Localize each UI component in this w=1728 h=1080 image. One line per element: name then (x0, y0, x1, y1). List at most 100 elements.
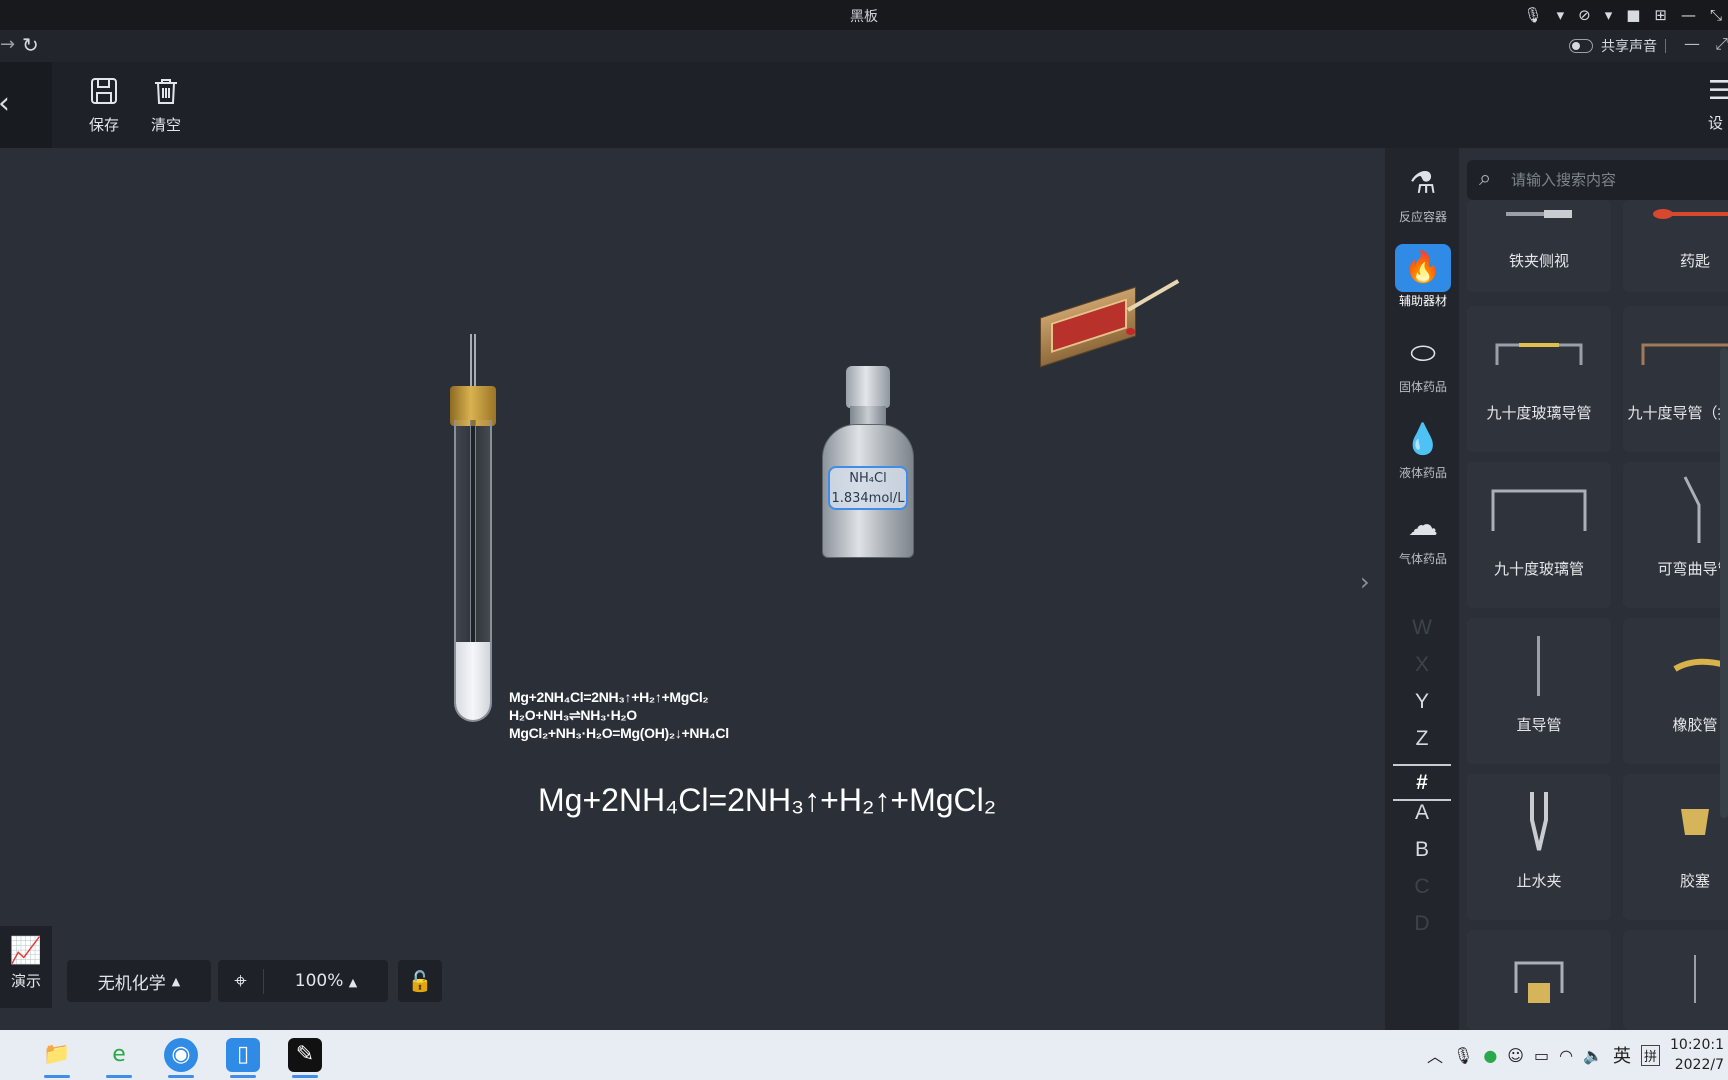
test-tube-glass (454, 420, 492, 722)
search-box: ⌕ (1467, 160, 1728, 200)
forward-icon[interactable]: → (0, 34, 15, 55)
save-button[interactable]: 保存 (80, 76, 128, 135)
grid-icon[interactable]: ⊞ (1654, 6, 1667, 24)
equipment-item[interactable]: 可弯曲导管 (1623, 462, 1728, 608)
index-letter[interactable]: W (1385, 616, 1459, 653)
browser-icon[interactable]: e (102, 1038, 136, 1078)
category-sidebar: ⚗ 反应容器 🔥 辅助器材 ⬭ 固体药品 💧 液体药品 ☁ 气体药品 W X Y… (1385, 148, 1459, 1030)
bottle-label: NH₄Cl 1.834mol/L (828, 466, 908, 510)
present-button[interactable]: 📈 演示 (0, 926, 52, 1008)
clear-button[interactable]: 清空 (142, 76, 190, 135)
index-letter-active[interactable]: # (1393, 764, 1451, 801)
rubber-stopper-icon (1623, 792, 1728, 852)
zoom-value: 100% (294, 971, 344, 991)
lock-button[interactable]: 🔓 (398, 960, 442, 1002)
tube-rods (468, 334, 478, 390)
zoom-level[interactable]: 100% ▲ (264, 971, 388, 991)
mic-icon[interactable]: 🎙 (1524, 6, 1543, 24)
equipment-item[interactable] (1623, 930, 1728, 1030)
category-liquid-reagents[interactable]: 💧 液体药品 (1395, 416, 1451, 481)
wechat-icon[interactable]: ● (1483, 1046, 1497, 1065)
wifi-icon[interactable]: ◠ (1559, 1046, 1573, 1065)
index-letter[interactable]: Z (1385, 727, 1459, 764)
system-tray: ︿ 🎙 ● ☺ ▭ ◠ 🔈 英 拼 10:20:1 2022/7 (1427, 1030, 1728, 1080)
category-reaction-vessel[interactable]: ⚗ 反应容器 (1395, 160, 1451, 225)
reaction-equations[interactable]: Mg+2NH₄Cl=2NH₃↑+H₂↑+MgCl₂ H₂O+NH₃⇌NH₃·H₂… (509, 688, 729, 742)
burner-icon: 🔥 (1395, 244, 1451, 292)
index-letter[interactable]: B (1385, 838, 1459, 875)
index-letter[interactable]: D (1385, 912, 1459, 949)
nav-bar: → ↻ 共享声音 — ⤢ (0, 30, 1728, 62)
index-letter[interactable]: C (1385, 875, 1459, 912)
equipment-label: 九十度玻璃导管 (1486, 404, 1592, 422)
chevron-up-icon[interactable]: ︿ (1427, 1043, 1443, 1067)
equipment-item[interactable]: 九十度玻璃导管 (1467, 306, 1611, 452)
present-label: 演示 (10, 972, 41, 990)
minimize-icon[interactable]: — (1684, 34, 1700, 53)
equipment-item[interactable]: 九十度导管（拆分） (1623, 306, 1728, 452)
minimize-icon[interactable]: — (1681, 6, 1696, 24)
fullscreen-icon[interactable]: ⤢ (1715, 34, 1728, 54)
category-label: 气体药品 (1398, 552, 1447, 566)
panel-scrollbar[interactable] (1720, 348, 1728, 818)
divider (1665, 39, 1666, 53)
ime-language[interactable]: 英 (1613, 1042, 1631, 1068)
experiment-canvas[interactable]: NH₄Cl 1.834mol/L Mg+2NH₄Cl=2NH₃↑+H₂↑+MgC… (0, 148, 1385, 1030)
equipment-item[interactable]: 止水夹 (1467, 774, 1611, 920)
equipment-item[interactable]: 胶塞 (1623, 774, 1728, 920)
subject-selector[interactable]: 无机化学 ▲ (67, 960, 211, 1002)
equipment-item[interactable]: 橡胶管 (1623, 618, 1728, 764)
index-letter[interactable]: X (1385, 653, 1459, 690)
equipment-item[interactable]: 九十度玻璃管 (1467, 462, 1611, 608)
mic-off-dropdown-icon[interactable]: ▾ (1605, 6, 1613, 24)
mic-off-icon[interactable]: ⊘ (1578, 6, 1591, 24)
index-letter[interactable]: A (1385, 801, 1459, 838)
share-audio-control[interactable]: 共享声音 (1569, 36, 1666, 56)
settings-button[interactable]: ☰ 设 (1708, 76, 1728, 133)
category-solid-reagents[interactable]: ⬭ 固体药品 (1395, 330, 1451, 395)
qq-icon[interactable]: ☺ (1507, 1046, 1524, 1065)
pinch-clamp-icon (1467, 792, 1611, 852)
equipment-item[interactable] (1467, 930, 1611, 1030)
restore-icon[interactable]: ⤡ (1710, 6, 1722, 24)
thin-tube-icon (1623, 948, 1728, 1008)
cloud-icon: ☁ (1408, 508, 1438, 543)
test-tube-with-stopper[interactable] (450, 334, 496, 724)
share-audio-label: 共享声音 (1601, 39, 1657, 55)
back-button[interactable]: ‹ (0, 62, 52, 148)
category-gas-reagents[interactable]: ☁ 气体药品 (1395, 502, 1451, 567)
search-input[interactable] (1511, 168, 1711, 192)
blackboard-app-icon[interactable]: ✎ (288, 1038, 322, 1078)
equipment-item[interactable]: 铁夹侧视 (1467, 200, 1611, 292)
equipment-item[interactable]: 药匙 (1623, 200, 1728, 292)
locate-icon[interactable]: ⌖ (218, 968, 264, 994)
matchbox[interactable] (1040, 279, 1190, 368)
index-letter[interactable]: Y (1385, 690, 1459, 727)
equipment-label: 药匙 (1679, 252, 1710, 270)
window-title: 黑板 (850, 9, 878, 25)
equipment-item[interactable]: 直导管 (1467, 618, 1611, 764)
sliders-icon: ☰ (1708, 76, 1728, 106)
clear-label: 清空 (150, 116, 181, 134)
reagent-bottle[interactable]: NH₄Cl 1.834mol/L (820, 366, 916, 558)
main-equation[interactable]: Mg+2NH₄Cl=2NH₃↑+H₂↑+MgCl₂ (538, 782, 996, 819)
ime-mode[interactable]: 拼 (1641, 1044, 1661, 1066)
file-explorer-icon[interactable]: 📁 (40, 1038, 74, 1078)
share-audio-toggle[interactable] (1569, 39, 1593, 53)
equipment-label: 九十度导管（拆分） (1627, 404, 1728, 422)
category-auxiliary-equipment[interactable]: 🔥 辅助器材 (1395, 244, 1451, 309)
camera-icon[interactable]: ■ (1626, 6, 1640, 24)
clock[interactable]: 10:20:1 2022/7 (1670, 1035, 1724, 1075)
chevron-left-icon: ‹ (0, 86, 10, 121)
mic-dropdown-icon[interactable]: ▾ (1557, 6, 1565, 24)
clock-time: 10:20:1 (1670, 1037, 1724, 1053)
tablet-app-icon[interactable]: ▯ (226, 1038, 260, 1078)
refresh-icon[interactable]: ↻ (22, 33, 39, 57)
bottle-cap (846, 366, 890, 408)
inner-tube (470, 420, 476, 644)
mic-icon[interactable]: 🎙 (1453, 1046, 1473, 1065)
chat-app-icon[interactable]: ◉ (164, 1038, 198, 1078)
chevron-right-icon[interactable]: › (1360, 568, 1370, 596)
battery-icon[interactable]: ▭ (1534, 1046, 1549, 1065)
volume-icon[interactable]: 🔈 (1583, 1046, 1603, 1065)
